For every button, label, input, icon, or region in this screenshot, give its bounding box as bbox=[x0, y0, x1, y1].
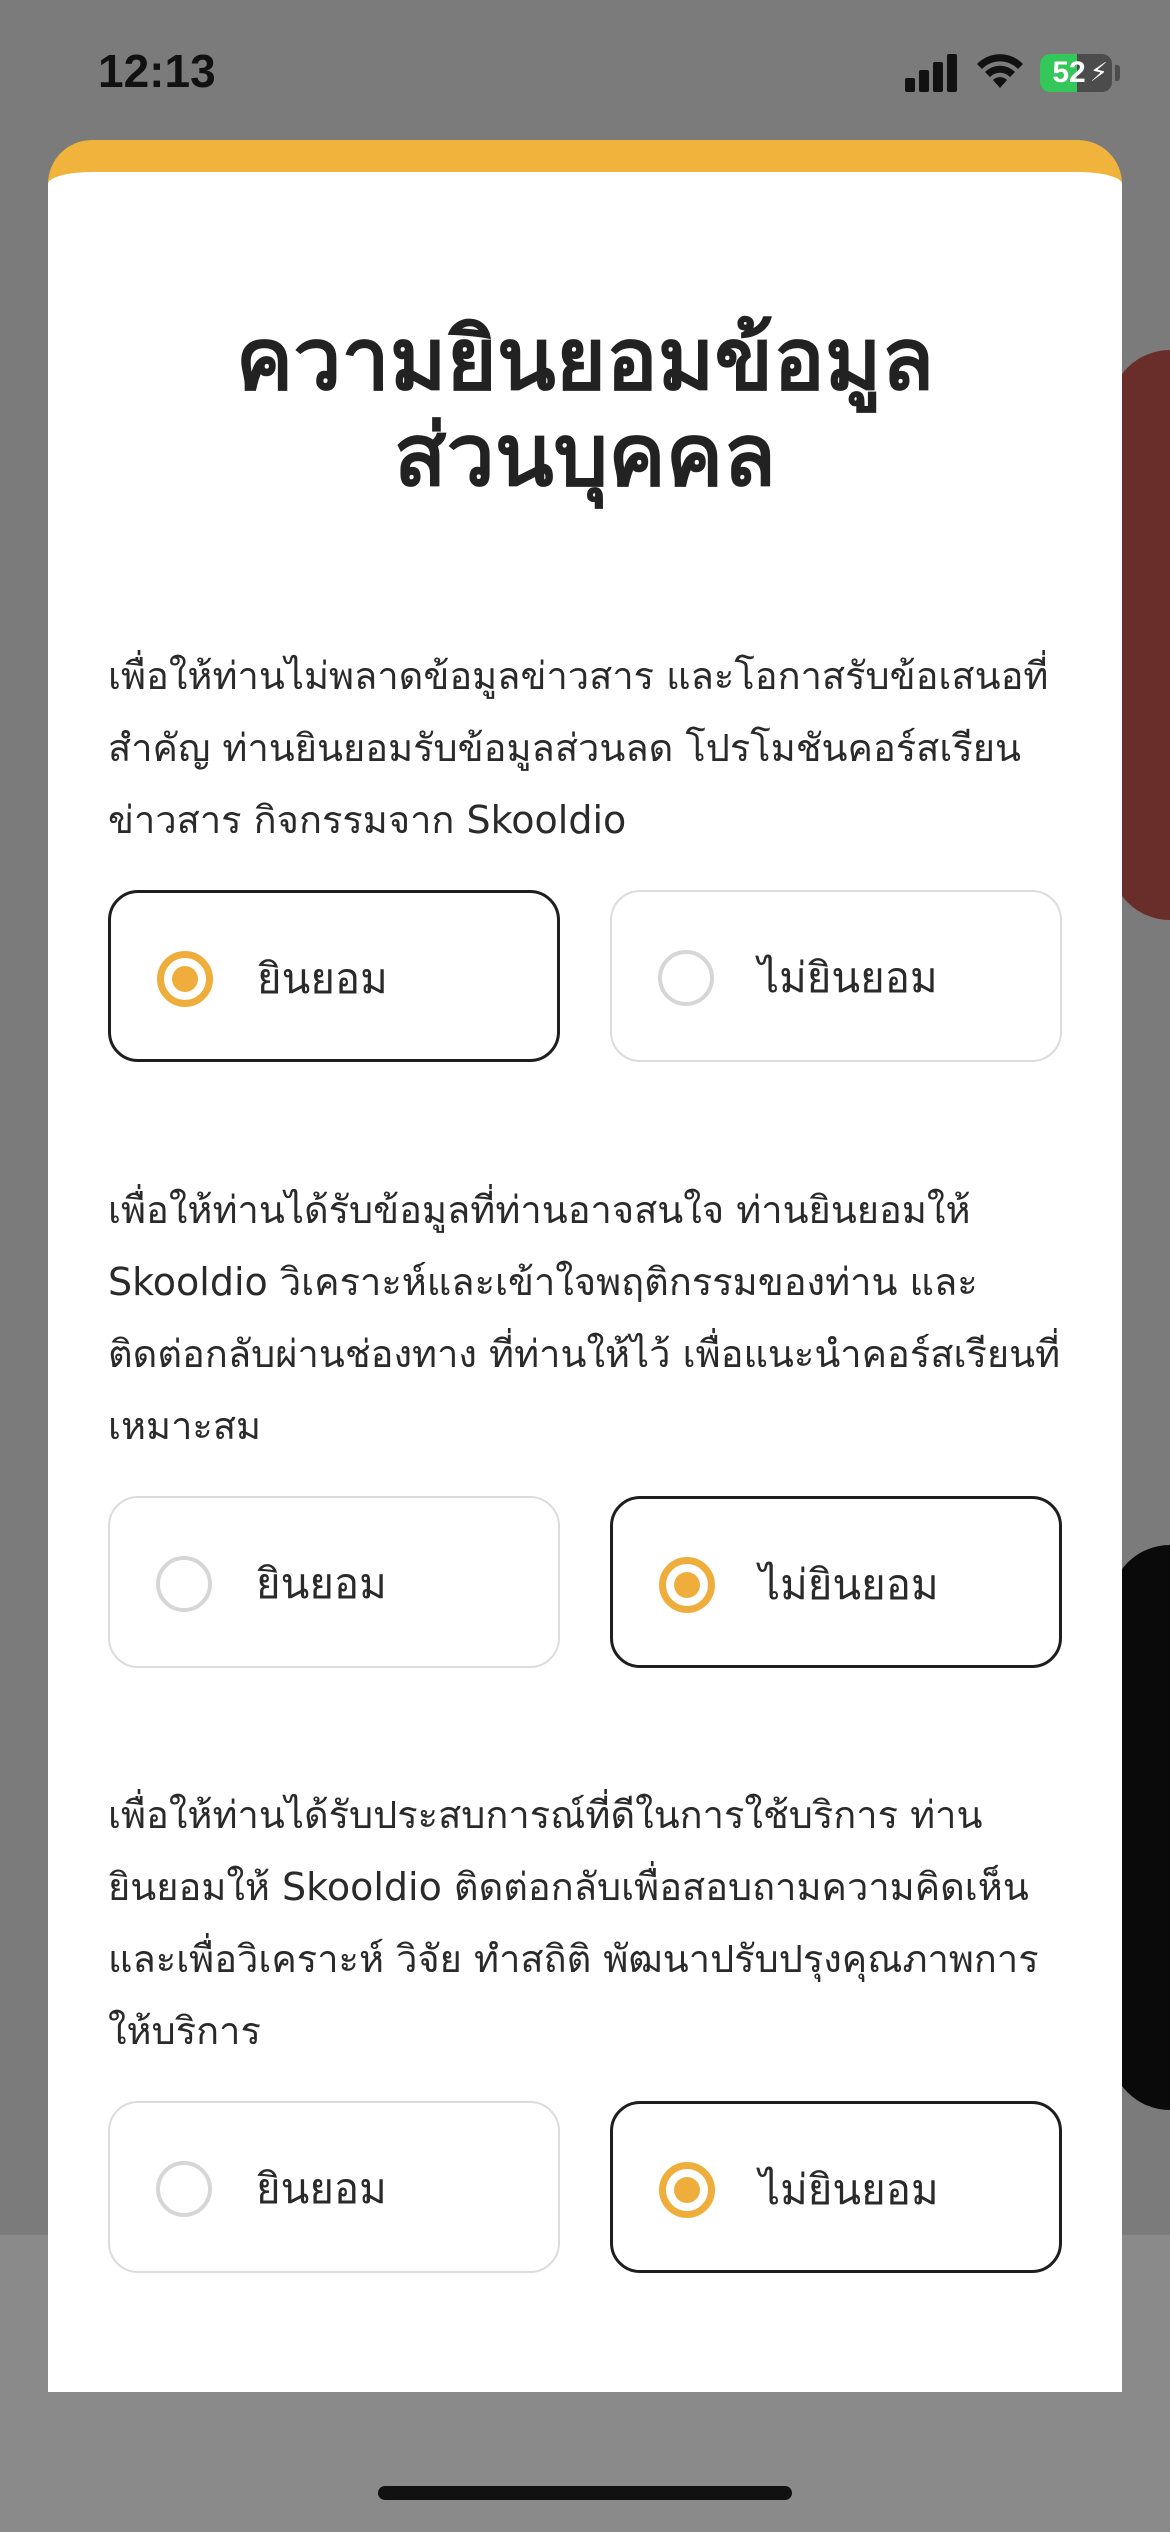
question-text-line: ให้บริการ bbox=[108, 2009, 261, 2053]
question-text-line: เหมาะสม bbox=[108, 1404, 262, 1448]
consent-question-1-text: เพื่อให้ท่านไม่พลาดข้อมูลข่าวสาร และโอกา… bbox=[108, 640, 1078, 856]
radio-selected-icon[interactable] bbox=[659, 1557, 715, 1613]
title-line-1: ความยินยอมข้อมูล bbox=[235, 310, 935, 410]
option-label: ยินยอม bbox=[256, 1559, 387, 1608]
question-text-line: ยินยอมให้ Skooldio ติดต่อกลับเพื่อสอบถาม… bbox=[108, 1865, 1029, 1909]
status-time: 12:13 bbox=[98, 45, 216, 97]
radio-empty-icon[interactable] bbox=[658, 950, 714, 1006]
question-text-line: ติดต่อกลับผ่านช่องทาง ที่ท่านให้ไว้ เพื่… bbox=[108, 1332, 1061, 1376]
title-line-2: ส่วนบุคคล bbox=[394, 406, 776, 506]
wifi-icon bbox=[977, 54, 1023, 88]
battery-charging-icon: 52 ⚡ bbox=[1040, 54, 1112, 92]
bolt-icon: ⚡ bbox=[1089, 58, 1108, 88]
radio-empty-icon[interactable] bbox=[156, 2161, 212, 2217]
option-label: ไม่ยินยอม bbox=[759, 2165, 939, 2214]
consent-sheet: ความยินยอมข้อมูล ส่วนบุคคล เพื่อให้ท่านไ… bbox=[48, 140, 1122, 2392]
scroll-fade bbox=[48, 2352, 1122, 2392]
q3-agree-option[interactable]: ยินยอม bbox=[108, 2101, 560, 2273]
q2-agree-option[interactable]: ยินยอม bbox=[108, 1496, 560, 1668]
q3-disagree-option[interactable]: ไม่ยินยอม bbox=[610, 2101, 1062, 2273]
option-label: ไม่ยินยอม bbox=[759, 1560, 939, 1609]
question-text-line: สำคัญ ท่านยินยอมรับข้อมูลส่วนลด โปรโมชัน… bbox=[108, 726, 1022, 770]
q2-disagree-option[interactable]: ไม่ยินยอม bbox=[610, 1496, 1062, 1668]
question-text-line: เพื่อให้ท่านไม่พลาดข้อมูลข่าวสาร และโอกา… bbox=[108, 654, 1049, 698]
battery-cap bbox=[1115, 65, 1120, 81]
radio-selected-icon[interactable] bbox=[659, 2162, 715, 2218]
option-label: ยินยอม bbox=[256, 2164, 387, 2213]
consent-question-2-text: เพื่อให้ท่านได้รับข้อมูลที่ท่านอาจสนใจ ท… bbox=[108, 1174, 1078, 1462]
home-indicator[interactable] bbox=[378, 2486, 792, 2500]
question-text-line: และเพื่อวิเคราะห์ วิจัย ทำสถิติ พัฒนาปรั… bbox=[108, 1937, 1039, 1981]
question-text-line: Skooldio วิเคราะห์และเข้าใจพฤติกรรมของท่… bbox=[108, 1260, 978, 1304]
radio-empty-icon[interactable] bbox=[156, 1556, 212, 1612]
q1-disagree-option[interactable]: ไม่ยินยอม bbox=[610, 890, 1062, 1062]
q1-agree-option[interactable]: ยินยอม bbox=[108, 890, 560, 1062]
cellular-signal-icon bbox=[905, 52, 959, 92]
radio-selected-icon[interactable] bbox=[157, 951, 213, 1007]
question-text-line: เพื่อให้ท่านได้รับข้อมูลที่ท่านอาจสนใจ ท… bbox=[108, 1188, 971, 1232]
consent-question-3-text: เพื่อให้ท่านได้รับประสบการณ์ที่ดีในการใช… bbox=[108, 1779, 1078, 2067]
question-text-line: เพื่อให้ท่านได้รับประสบการณ์ที่ดีในการใช… bbox=[108, 1793, 983, 1837]
question-text-line: ข่าวสาร กิจกรรมจาก Skooldio bbox=[108, 798, 627, 842]
option-label: ไม่ยินยอม bbox=[758, 953, 938, 1002]
option-label: ยินยอม bbox=[257, 954, 388, 1003]
status-bar: 12:13 52 ⚡ bbox=[0, 0, 1170, 140]
sheet-title: ความยินยอมข้อมูล ส่วนบุคคล bbox=[48, 312, 1122, 504]
